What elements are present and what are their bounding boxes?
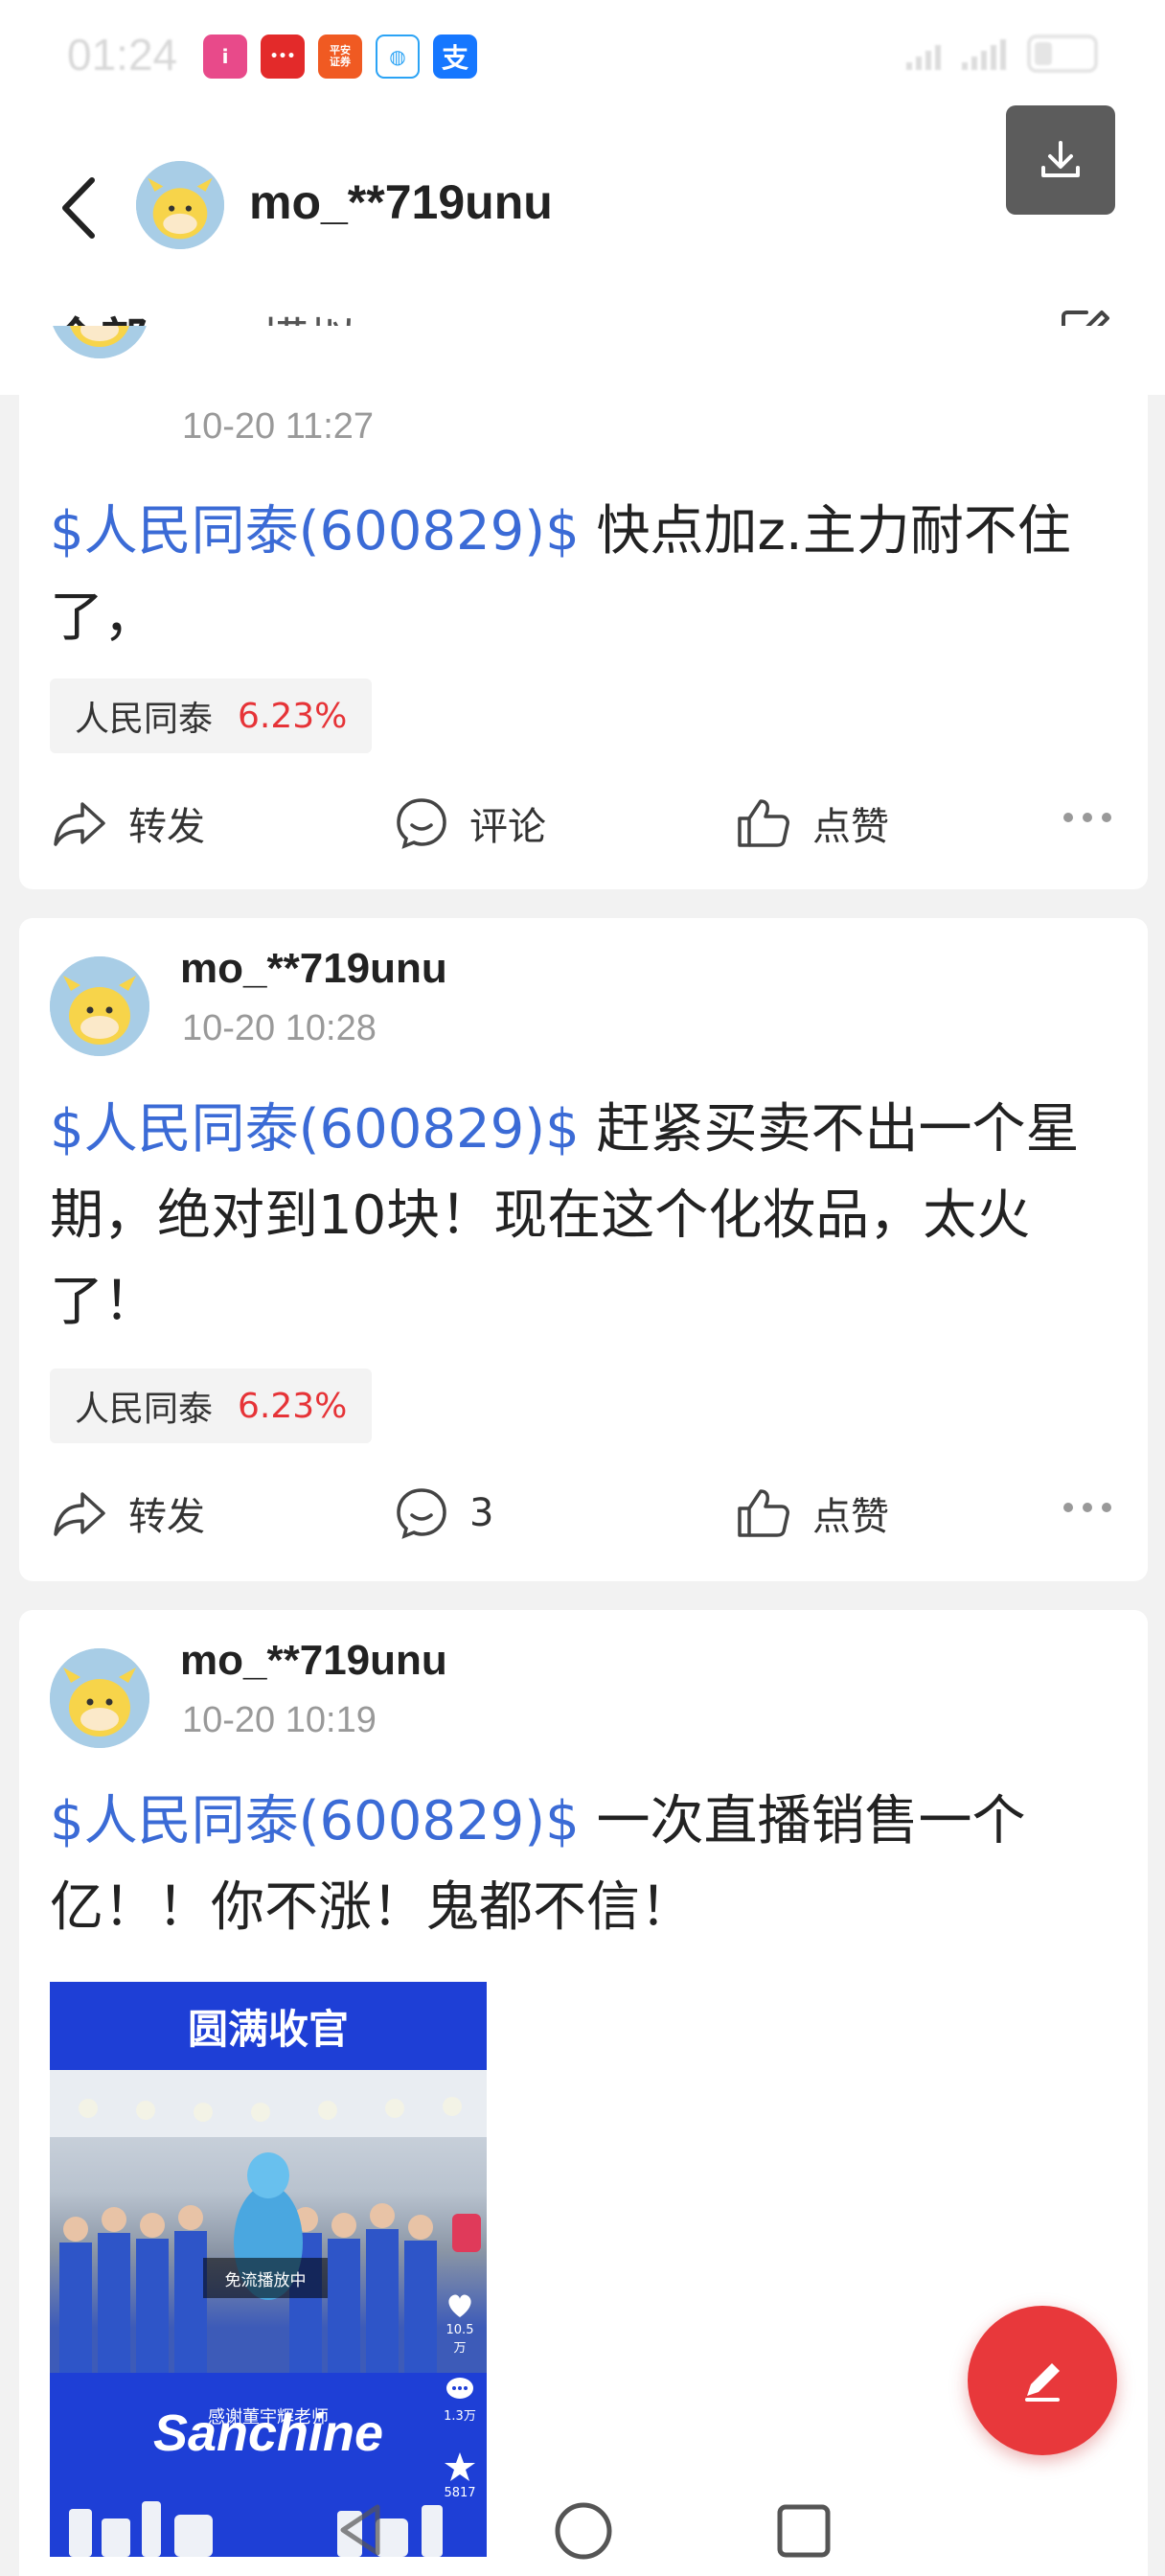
compose-button[interactable] bbox=[968, 2306, 1117, 2455]
battery-icon bbox=[1027, 34, 1098, 73]
post-actions: 转发 3 点赞 bbox=[19, 1480, 1148, 1547]
user-avatar[interactable] bbox=[136, 161, 224, 249]
app-icon-alipay: 支 bbox=[433, 34, 477, 79]
stock-chip-name: 人民同泰 bbox=[75, 1390, 214, 1429]
nav-back-icon[interactable] bbox=[333, 2501, 391, 2563]
image-title: 圆满收官 bbox=[187, 2005, 349, 2053]
stock-chip-change: 6.23% bbox=[238, 696, 348, 736]
comment-count: 3 bbox=[469, 1491, 494, 1535]
stock-link[interactable]: $人民同泰(600829)$ bbox=[50, 500, 580, 563]
more-icon[interactable] bbox=[1063, 1503, 1111, 1512]
like-button[interactable]: 点赞 bbox=[736, 1480, 889, 1547]
image-photo: 免流播放中 感谢董宇辉老师 10.5万 bbox=[50, 2070, 487, 2427]
post-card[interactable]: mo_**719unu 10-20 10:19 $人民同泰(600829)$ 一… bbox=[19, 1610, 1148, 2576]
comment-icon bbox=[397, 798, 446, 849]
app-icon-pingan: 平安 证券 bbox=[318, 34, 362, 79]
star-icon bbox=[445, 2452, 475, 2481]
heart-icon bbox=[448, 2294, 471, 2317]
nav-recents-icon[interactable] bbox=[776, 2503, 832, 2563]
post-content: $人民同泰(600829)$ 快点加z.主力耐不住了， bbox=[50, 489, 1117, 661]
avatar[interactable] bbox=[50, 1648, 149, 1748]
forward-icon bbox=[54, 1492, 105, 1536]
post-card[interactable]: 10-20 11:27 $人民同泰(600829)$ 快点加z.主力耐不住了， … bbox=[19, 326, 1148, 889]
like-icon bbox=[738, 1489, 789, 1537]
stock-chip-change: 6.23% bbox=[238, 1386, 348, 1426]
post-username[interactable]: mo_**719unu bbox=[180, 945, 447, 993]
comment-icon bbox=[397, 1488, 446, 1539]
post-actions: 转发 评论 点赞 bbox=[19, 790, 1148, 857]
post-content: $人民同泰(600829)$ 一次直播销售一个亿！！你不涨！鬼都不信！ bbox=[50, 1779, 1117, 1951]
download-button[interactable] bbox=[1006, 105, 1115, 215]
avatar[interactable] bbox=[50, 326, 149, 358]
like-label: 点赞 bbox=[812, 1495, 889, 1539]
stock-link[interactable]: $人民同泰(600829)$ bbox=[50, 1098, 580, 1161]
app-icon-chat: ◍ bbox=[376, 34, 420, 79]
signal-icon bbox=[906, 37, 941, 70]
post-time: 10-20 10:28 bbox=[182, 1008, 377, 1048]
back-button[interactable] bbox=[56, 174, 103, 242]
like-label: 点赞 bbox=[812, 805, 889, 849]
comment-button[interactable]: 3 bbox=[395, 1480, 493, 1547]
app-icon-pink: i bbox=[203, 34, 247, 79]
nav-home-icon[interactable] bbox=[554, 2501, 613, 2564]
profile-username: mo_**719unu bbox=[249, 175, 553, 229]
pencil-icon bbox=[1025, 2363, 1060, 2402]
post-image[interactable]: 圆满收官 免流播放中 感谢董宇辉老师 10.5万 1.3万 Sanchine 5… bbox=[50, 1982, 487, 2557]
notification-app-icons: i ••• 平安 证券 ◍ 支 bbox=[203, 34, 477, 79]
signal-icon-2 bbox=[962, 37, 1006, 70]
post-content: $人民同泰(600829)$ 赶紧买卖不出一个星期，绝对到10块！现在这个化妆品… bbox=[50, 1087, 1117, 1346]
forward-label: 转发 bbox=[128, 805, 205, 849]
likes-count: 10.5万 bbox=[445, 2323, 474, 2356]
comment-bubble-icon bbox=[446, 2378, 473, 2399]
stock-chip[interactable]: 人民同泰 6.23% bbox=[50, 678, 373, 753]
status-time: 01:24 bbox=[67, 30, 178, 80]
forward-button[interactable]: 转发 bbox=[52, 1480, 205, 1547]
image-like-count: 10.5万 bbox=[441, 2290, 479, 2356]
stock-link[interactable]: $人民同泰(600829)$ bbox=[50, 1790, 580, 1852]
app-icon-red: ••• bbox=[261, 34, 305, 79]
post-time: 10-20 10:19 bbox=[182, 1700, 377, 1740]
post-card[interactable]: mo_**719unu 10-20 10:28 $人民同泰(600829)$ 赶… bbox=[19, 918, 1148, 1581]
post-username[interactable]: mo_**719unu bbox=[180, 1637, 447, 1685]
comment-button[interactable]: 评论 bbox=[395, 790, 546, 857]
comment-label: 评论 bbox=[469, 805, 546, 849]
forward-label: 转发 bbox=[128, 1495, 205, 1539]
forward-button[interactable]: 转发 bbox=[52, 790, 205, 857]
forward-icon bbox=[54, 802, 105, 846]
post-time: 10-20 11:27 bbox=[182, 406, 375, 447]
stock-chip[interactable]: 人民同泰 6.23% bbox=[50, 1368, 373, 1443]
stock-chip-name: 人民同泰 bbox=[75, 700, 214, 739]
image-brand: Sanchine bbox=[152, 2404, 384, 2462]
image-overlay-label: 免流播放中 bbox=[203, 2258, 328, 2298]
system-icons bbox=[906, 34, 1098, 73]
avatar[interactable] bbox=[50, 956, 149, 1056]
system-nav-bar bbox=[0, 2492, 1165, 2576]
like-icon bbox=[738, 799, 789, 847]
status-bar: 01:24 i ••• 平安 证券 ◍ 支 bbox=[0, 0, 1165, 115]
more-icon[interactable] bbox=[1063, 813, 1111, 822]
like-button[interactable]: 点赞 bbox=[736, 790, 889, 857]
